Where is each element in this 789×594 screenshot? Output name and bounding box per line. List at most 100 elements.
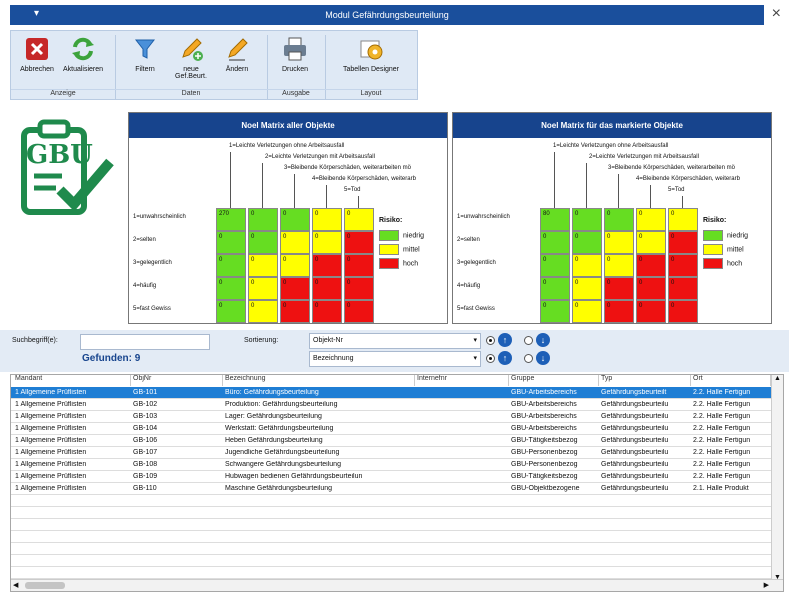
matrix-cell: 0 (312, 208, 342, 231)
table-cell: 1 Allgemeine Prüflisten (15, 449, 87, 456)
scroll-up-icon[interactable]: ▲ (774, 375, 781, 382)
matrix-cell: 0 (280, 300, 310, 323)
matrix-row-label: 5=fast Gewiss (457, 306, 495, 312)
matrix-cell: 0 (280, 254, 310, 277)
matrix-cell: 0 (344, 254, 374, 277)
found-count: Gefunden: 9 (82, 353, 141, 364)
scroll-right-icon[interactable]: ▶ (764, 581, 769, 589)
table-row[interactable]: 1 Allgemeine Prüflisten GB-107 Jugendliche… (11, 447, 771, 459)
filter-button[interactable]: Filtern (123, 35, 167, 89)
table-row-empty (11, 519, 771, 531)
table-cell: 2.2. Halle Fertigun (693, 389, 751, 396)
table-row[interactable]: 1 Allgemeine Prüflisten GB-108 Schwangere … (11, 459, 771, 471)
column-header[interactable]: Bezeichnung (223, 375, 415, 386)
sort1-descending-radio[interactable] (524, 336, 533, 345)
sort-select-primary[interactable]: Objekt-Nr ▾ (309, 333, 481, 349)
chevron-down-icon: ▾ (473, 355, 477, 362)
scroll-thumb[interactable] (25, 582, 65, 589)
sort2-ascending-radio[interactable] (486, 354, 495, 363)
table-cell: 2.2. Halle Fertigun (693, 413, 751, 420)
matrix-column-label: 1=Leichte Verletzungen ohne Arbeitsausfa… (553, 143, 669, 149)
matrix-all-objects: Noel Matrix aller Objekte 1=Leichte Verl… (128, 112, 448, 324)
sort-ascending-icon[interactable]: ↑ (498, 333, 512, 347)
matrix-cell: 0 (540, 300, 570, 323)
risk-legend: Risiko: niedrig mittel hoch (703, 217, 748, 272)
sort-descending-icon[interactable]: ↓ (536, 351, 550, 365)
print-button[interactable]: Drucken (273, 35, 317, 89)
table-row[interactable]: 1 Allgemeine Prüflisten GB-106 Heben Gefäh… (11, 435, 771, 447)
matrix-cell: 0 (280, 277, 310, 300)
table-row[interactable]: 1 Allgemeine Prüflisten GB-110 Maschine Ge… (11, 483, 771, 495)
search-input[interactable] (80, 334, 210, 350)
sort-select-secondary[interactable]: Bezeichnung ▾ (309, 351, 481, 367)
legend-swatch (703, 230, 723, 241)
table-row[interactable]: 1 Allgemeine Prüflisten GB-101 Büro: Gefäh… (11, 387, 771, 399)
matrix-cell: 0 (668, 277, 698, 300)
legend-label: niedrig (727, 232, 749, 240)
table-cell: GB-109 (133, 473, 158, 480)
table-row-empty (11, 495, 771, 507)
table-cell: Maschine Gefährdungsbeurteilung (225, 485, 333, 492)
table-row[interactable]: 1 Allgemeine Prüflisten GB-102 Produktion:… (11, 399, 771, 411)
cancel-button[interactable]: Abbrechen (15, 35, 59, 89)
matrix-cell: 0 (636, 208, 666, 231)
close-icon[interactable]: × (772, 5, 781, 23)
matrix-cell: 0 (344, 277, 374, 300)
table-row[interactable]: 1 Allgemeine Prüflisten GB-103 Lager: Gefä… (11, 411, 771, 423)
table-cell: GBU-Tätigkeitsbezog (511, 437, 578, 444)
matrix-column-label: 1=Leichte Verletzungen ohne Arbeitsausfa… (229, 143, 345, 149)
matrix-cell: 0 (344, 208, 374, 231)
column-header[interactable]: Mandant (13, 375, 131, 386)
table-cell: GBU-Arbeitsbereichs (511, 425, 577, 432)
legend-label: mittel (727, 246, 744, 254)
column-header[interactable]: ObjNr (131, 375, 223, 386)
table-cell: Büro: Gefährdungsbeurteilung (225, 389, 319, 396)
matrix-cell: 0 (248, 231, 278, 254)
table-cell: 1 Allgemeine Prüflisten (15, 413, 87, 420)
sort-secondary-value: Bezeichnung (313, 355, 354, 362)
legend-label: niedrig (403, 232, 425, 240)
legend-title: Risiko: (703, 217, 727, 224)
matrix-cell: 0 (604, 254, 634, 277)
column-header[interactable]: Internefnr (415, 375, 509, 386)
column-header[interactable]: Typ (599, 375, 691, 386)
table-row[interactable]: 1 Allgemeine Prüflisten GB-109 Hubwagen be… (11, 471, 771, 483)
table-row[interactable]: 1 Allgemeine Prüflisten GB-104 Werkstatt: … (11, 423, 771, 435)
matrix-row-label: 1=unwahrscheinlich (457, 214, 510, 220)
matrix-cell: 0 (668, 300, 698, 323)
table-cell: GB-104 (133, 425, 158, 432)
matrix-cell: 0 (312, 300, 342, 323)
sort-descending-icon[interactable]: ↓ (536, 333, 550, 347)
sort1-ascending-radio[interactable] (486, 336, 495, 345)
matrix-column-label: 2=Leichte Verletzungen mit Arbeitsausfal… (265, 154, 375, 160)
matrix-title: Noel Matrix aller Objekte (129, 113, 447, 138)
scroll-left-icon[interactable]: ◀ (13, 581, 18, 589)
table-cell: Gefährdungsbeurteilu (601, 461, 669, 468)
table-designer-button[interactable]: Tabellen Designer (331, 35, 411, 89)
new-assessment-label: neue Gef.Beurt. (175, 66, 207, 80)
table-cell: 1 Allgemeine Prüflisten (15, 461, 87, 468)
table-cell: Schwangere Gefährdungsbeurteilung (225, 461, 341, 468)
vertical-scrollbar[interactable]: ▲ ▼ (771, 375, 783, 581)
table-row-empty (11, 543, 771, 555)
table-cell: Gefährdungsbeurteilu (601, 401, 669, 408)
column-header[interactable]: Ort (691, 375, 771, 386)
legend-label: hoch (403, 260, 419, 268)
sort-primary-value: Objekt-Nr (313, 337, 343, 344)
sort2-descending-radio[interactable] (524, 354, 533, 363)
matrix-cell: 0 (572, 254, 602, 277)
table-designer-label: Tabellen Designer (342, 66, 400, 73)
edit-button[interactable]: Ändern (215, 35, 259, 89)
sort-ascending-icon[interactable]: ↑ (498, 351, 512, 365)
horizontal-scrollbar[interactable]: ◀ ▶ (11, 579, 783, 591)
new-assessment-button[interactable]: neue Gef.Beurt. (169, 35, 213, 89)
legend-swatch (379, 258, 399, 269)
table-cell: GBU-Personenbezog (511, 449, 578, 456)
column-header[interactable]: Gruppe (509, 375, 599, 386)
objects-table: ▲ ▼ ◀ ▶ Mandant ObjNr Bezeichnung Internefn… (10, 374, 784, 592)
cancel-label: Abbrechen (20, 66, 54, 73)
refresh-icon (69, 35, 97, 63)
refresh-button[interactable]: Aktualisieren (61, 35, 105, 89)
table-cell: 1 Allgemeine Prüflisten (15, 389, 87, 396)
matrix-cell: 0 (312, 231, 342, 254)
